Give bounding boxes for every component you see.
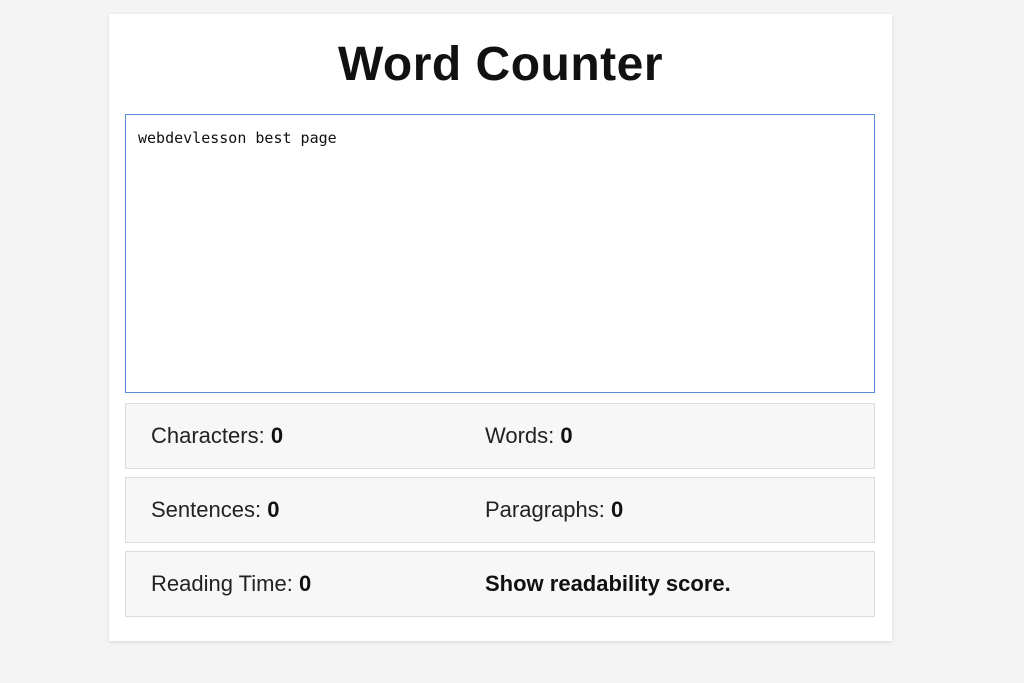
stats-row-sentences-paragraphs: Sentences: 0 Paragraphs: 0 [125, 477, 875, 543]
paragraphs-label: Paragraphs: [485, 497, 611, 522]
text-input-area[interactable]: webdevlesson best page [125, 114, 875, 393]
paragraphs-stat: Paragraphs: 0 [485, 478, 623, 542]
paragraphs-count: 0 [610, 497, 624, 522]
words-stat: Words: 0 [485, 404, 573, 468]
characters-label: Characters: [151, 423, 271, 448]
characters-stat: Characters: 0 [151, 404, 283, 468]
show-readability-score-link[interactable]: Show readability score. [485, 571, 731, 596]
readability-score-link-cell: Show readability score. [485, 552, 731, 616]
word-counter-card: Word Counter webdevlesson best page Char… [109, 14, 892, 641]
page-title: Word Counter [337, 38, 664, 91]
sentences-stat: Sentences: 0 [151, 478, 279, 542]
stats-row-reading-readability: Reading Time: 0 Show readability score. [125, 551, 875, 617]
stats-row-characters-words: Characters: 0 Words: 0 [125, 403, 875, 469]
reading-time-label: Reading Time: [151, 571, 299, 596]
reading-time-stat: Reading Time: 0 [151, 552, 311, 616]
reading-time-value: 0 [298, 571, 312, 596]
words-count: 0 [560, 423, 573, 448]
characters-count: 0 [270, 423, 284, 448]
sentences-label: Sentences: [151, 497, 268, 522]
words-label: Words: [485, 423, 561, 448]
sentences-count: 0 [267, 497, 280, 522]
